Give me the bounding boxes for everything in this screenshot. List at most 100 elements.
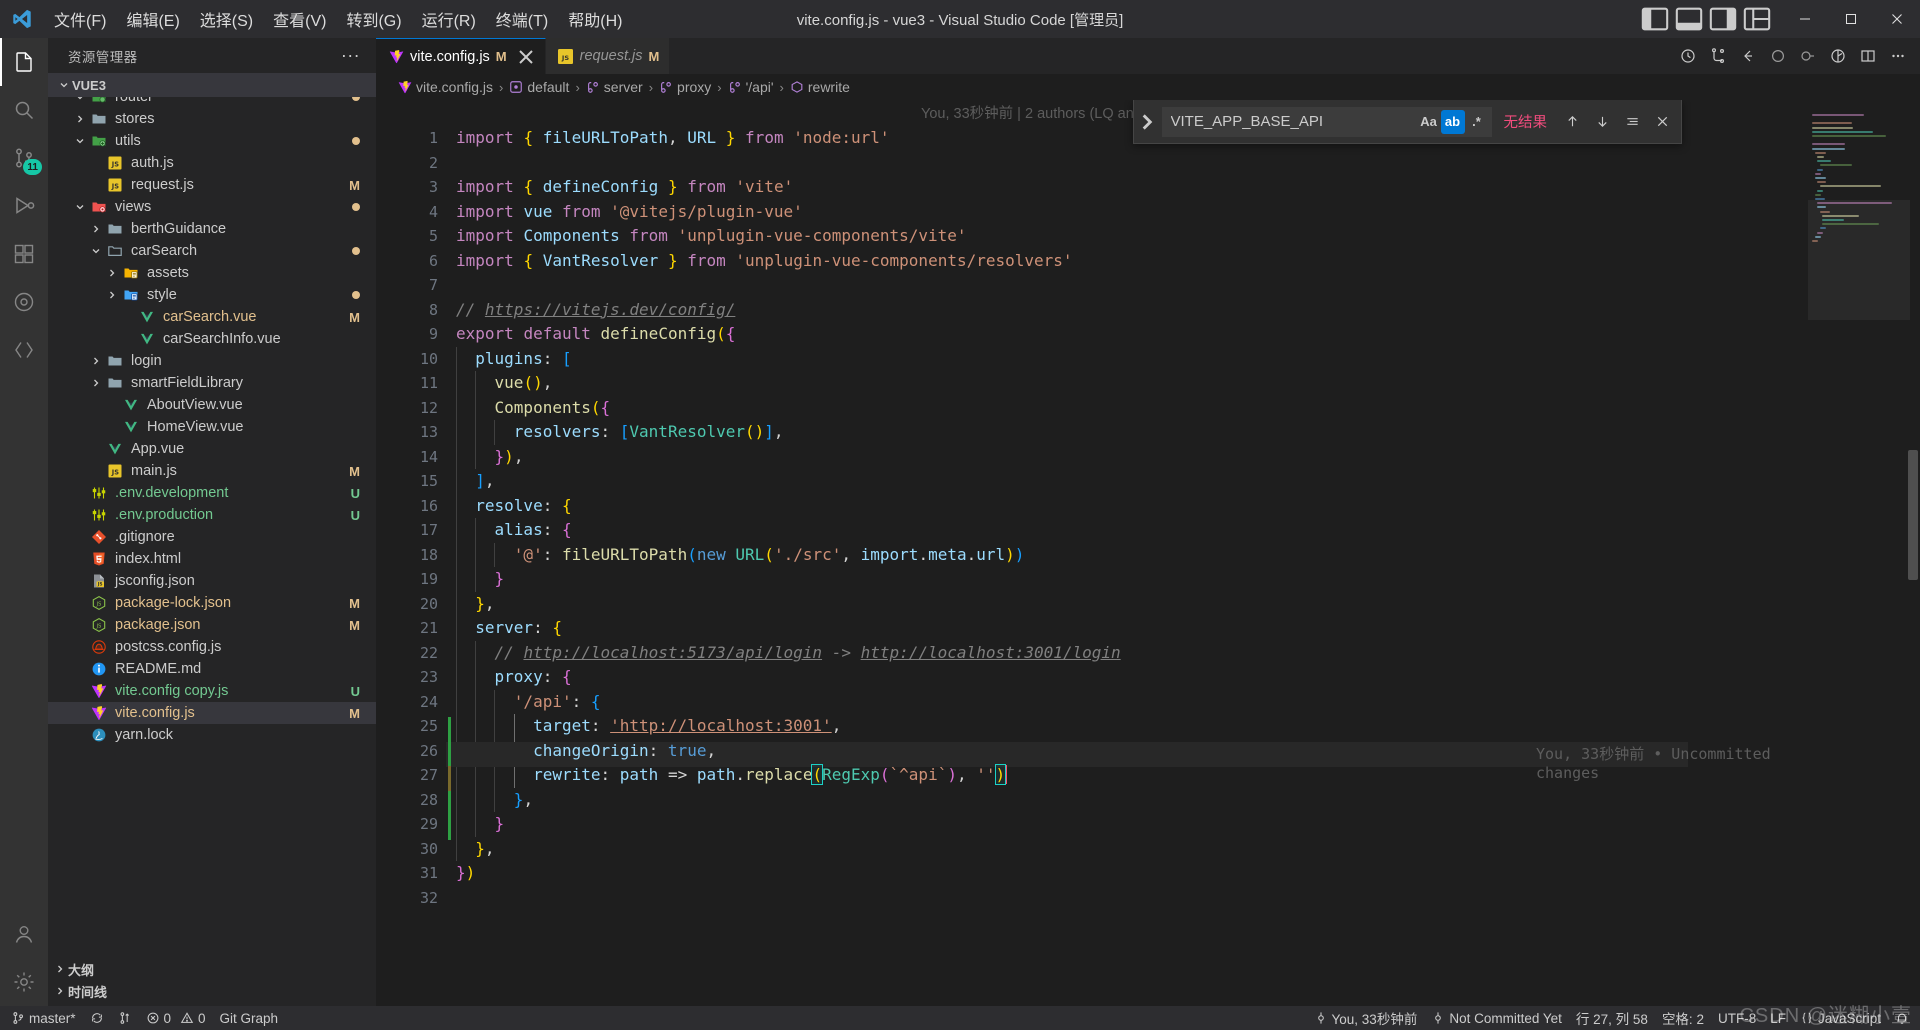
menu-file[interactable]: 文件(F) [44, 0, 116, 38]
tree-item-aboutview-vue[interactable]: AboutView.vue [48, 394, 376, 416]
code-line[interactable]: 12 Components({ [376, 396, 1808, 421]
find-widget[interactable]: Aa ab .* 无结果 [1132, 100, 1682, 144]
tree-item-jsconfig-json[interactable]: JS jsconfig.json [48, 570, 376, 592]
tree-item-login[interactable]: login [48, 350, 376, 372]
tree-item-views[interactable]: views [48, 196, 376, 218]
activity-explorer-icon[interactable] [0, 38, 48, 86]
status-sync[interactable] [83, 1006, 111, 1030]
window-maximize-button[interactable] [1828, 0, 1874, 38]
code-line[interactable]: 23 proxy: { [376, 665, 1808, 690]
tree-item--env-production[interactable]: .env.production U [48, 504, 376, 526]
code-line[interactable]: 14 }), [376, 445, 1808, 470]
code-line[interactable]: 8 // https://vitejs.dev/config/ [376, 298, 1808, 323]
tree-item-app-vue[interactable]: App.vue [48, 438, 376, 460]
tree-item-main-js[interactable]: JS main.js M [48, 460, 376, 482]
minimap[interactable] [1808, 100, 1920, 1006]
more-actions-icon[interactable] [1884, 42, 1912, 70]
tree-item-carsearchinfo-vue[interactable]: carSearchInfo.vue [48, 328, 376, 350]
tree-item-router[interactable]: router [48, 97, 376, 108]
tree-item-assets[interactable]: assets [48, 262, 376, 284]
code-line[interactable]: 6 import { VantResolver } from 'unplugin-… [376, 249, 1808, 274]
tree-item--env-development[interactable]: .env.development U [48, 482, 376, 504]
activity-settings-gear-icon[interactable] [0, 958, 48, 1006]
status-git-compare[interactable] [111, 1006, 139, 1030]
breadcrumb-item-default[interactable]: default [507, 79, 571, 95]
find-input[interactable] [1170, 113, 1417, 130]
file-tree[interactable]: router stores utils JS auth.js JS request.js Mv… [48, 97, 376, 958]
find-previous-arrow-up-icon[interactable] [1559, 109, 1585, 135]
timeline-panel-header[interactable]: 时间线 [48, 980, 376, 1002]
regex-icon[interactable]: .* [1465, 110, 1489, 134]
code-line[interactable]: 15 ], [376, 469, 1808, 494]
code-line[interactable]: 19 } [376, 567, 1808, 592]
panel-right-icon[interactable] [1708, 4, 1738, 34]
whole-word-icon[interactable]: ab [1440, 109, 1465, 134]
menu-run[interactable]: 运行(R) [412, 0, 486, 38]
status-encoding[interactable]: UTF-8 [1711, 1006, 1763, 1030]
code-line[interactable]: 9 export default defineConfig({ [376, 322, 1808, 347]
code-line[interactable]: 7 [376, 273, 1808, 298]
code-line[interactable]: 20 }, [376, 592, 1808, 617]
go-back-icon[interactable] [1734, 42, 1762, 70]
tree-item-postcss-config-js[interactable]: postcss.config.js [48, 636, 376, 658]
menu-go[interactable]: 转到(G) [336, 0, 411, 38]
menu-edit[interactable]: 编辑(E) [116, 0, 189, 38]
code-line[interactable]: 25 target: 'http://localhost:3001', [376, 714, 1808, 739]
status-branch[interactable]: master* [4, 1006, 83, 1030]
editor-scrollbar[interactable] [1906, 100, 1920, 1006]
tree-item-vite-config-js[interactable]: vite.config.js M [48, 702, 376, 724]
code-line[interactable]: 21 server: { [376, 616, 1808, 641]
debug-start-icon[interactable] [1764, 42, 1792, 70]
code-line[interactable]: 31}) [376, 861, 1808, 886]
status-language-mode[interactable]: JavaScript [1793, 1006, 1888, 1030]
outline-panel-header[interactable]: 大纲 [48, 958, 376, 980]
match-case-icon[interactable]: Aa [1417, 110, 1441, 134]
status-git-graph[interactable]: Git Graph [213, 1006, 286, 1030]
code-line[interactable]: 24 '/api': { [376, 690, 1808, 715]
split-diff-icon[interactable] [1704, 42, 1732, 70]
toggle-replace-chevron-right-icon[interactable] [1136, 107, 1158, 137]
code-line[interactable]: 10 plugins: [ [376, 347, 1808, 372]
code-line[interactable]: 5 import Components from 'unplugin-vue-co… [376, 224, 1808, 249]
minimap-slider[interactable] [1808, 200, 1910, 320]
code-line[interactable]: 30 }, [376, 837, 1808, 862]
find-input-container[interactable]: Aa ab .* [1161, 106, 1492, 137]
breadcrumb-item-server[interactable]: server [584, 79, 645, 95]
activity-source-control-icon[interactable]: 11 [0, 134, 48, 182]
status-eol[interactable]: LF [1763, 1006, 1793, 1030]
activity-run-debug-icon[interactable] [0, 182, 48, 230]
tree-item-style[interactable]: style [48, 284, 376, 306]
status-problems[interactable]: 0 0 [139, 1006, 213, 1030]
tree-item-homeview-vue[interactable]: HomeView.vue [48, 416, 376, 438]
tree-item-auth-js[interactable]: JS auth.js [48, 152, 376, 174]
tab-vite-config-js[interactable]: vite.config.js M [376, 38, 546, 74]
menu-selection[interactable]: 选择(S) [190, 0, 263, 38]
code-line[interactable]: 16 resolve: { [376, 494, 1808, 519]
tree-item-vite-config-copy-js[interactable]: vite.config copy.js U [48, 680, 376, 702]
tree-item-request-js[interactable]: JS request.js M [48, 174, 376, 196]
status-blame-author[interactable]: You, 33秒钟前 [1307, 1006, 1425, 1030]
tree-item-yarn-lock[interactable]: yarn.lock [48, 724, 376, 746]
code-line[interactable]: 17 alias: { [376, 518, 1808, 543]
tree-item-berthguidance[interactable]: berthGuidance [48, 218, 376, 240]
find-in-selection-icon[interactable] [1619, 109, 1645, 135]
workspace-folder-header[interactable]: VUE3 [48, 73, 376, 97]
timeline-icon[interactable] [1674, 42, 1702, 70]
customize-layout-icon[interactable] [1742, 4, 1772, 34]
tree-item-index-html[interactable]: index.html [48, 548, 376, 570]
status-notifications[interactable] [1888, 1006, 1916, 1030]
open-changes-icon[interactable] [1824, 42, 1852, 70]
code-line[interactable]: 4 import vue from '@vitejs/plugin-vue' [376, 200, 1808, 225]
tree-item-package-json[interactable]: JS package.json M [48, 614, 376, 636]
code-line[interactable]: 32 [376, 886, 1808, 911]
breadcrumb-item-rewrite[interactable]: rewrite [788, 79, 852, 95]
code-line[interactable]: 13 resolvers: [VantResolver()], [376, 420, 1808, 445]
code-line[interactable]: 18 '@': fileURLToPath(new URL('./src', i… [376, 543, 1808, 568]
code-line[interactable]: 3 import { defineConfig } from 'vite' [376, 175, 1808, 200]
sidebar-more-actions-icon[interactable]: ··· [333, 45, 368, 66]
tree-item-readme-md[interactable]: README.md [48, 658, 376, 680]
status-cursor-position[interactable]: 行 27, 列 58 [1569, 1006, 1655, 1030]
panel-bottom-icon[interactable] [1674, 4, 1704, 34]
tree-item--gitignore[interactable]: .gitignore [48, 526, 376, 548]
code-line[interactable]: 28 }, [376, 788, 1808, 813]
